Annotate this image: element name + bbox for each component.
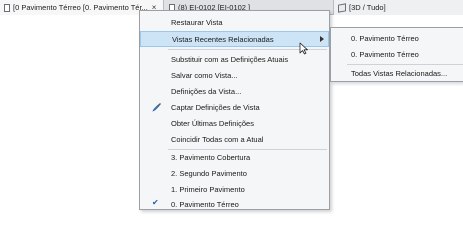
menu-item-label: Obter Últimas Definições — [171, 118, 254, 128]
menu-item-save-as-view[interactable]: Salvar como Vista... — [140, 67, 329, 83]
menu-item-match-all[interactable]: Coincidir Todas com a Atual — [140, 131, 329, 147]
menu-item-label: Captar Definições de Vista — [171, 102, 260, 112]
tab-3d[interactable]: [3D / Tudo] — [333, 0, 463, 15]
menu-item-restore-view[interactable]: Restaurar Vista — [140, 14, 329, 30]
menu-item-view-settings[interactable]: Definições da Vista... — [140, 83, 329, 99]
menu-item-label: Definições da Vista... — [171, 86, 242, 96]
context-menu: Restaurar Vista Vistas Recentes Relacion… — [139, 10, 330, 210]
submenu-item-all-related-views[interactable]: Todas Vistas Relacionadas... — [331, 66, 463, 81]
menu-item-recent-view[interactable]: 2. Segundo Pavimento — [140, 165, 329, 181]
3d-view-icon — [338, 2, 346, 13]
menu-item-recent-view-current[interactable]: ✔ 0. Pavimento Térreo — [140, 196, 329, 212]
submenu-arrow-icon — [320, 36, 324, 42]
tab-label: [0 Pavimento Térreo [0. Pavimento Tér... — [13, 3, 148, 12]
submenu-item-label: 0. Pavimento Térreo — [351, 34, 419, 43]
menu-item-label: Restaurar Vista — [171, 17, 223, 27]
menu-item-label: 0. Pavimento Térreo — [171, 199, 239, 209]
checkmark-icon: ✔ — [152, 198, 159, 207]
recent-views-submenu: 0. Pavimento Térreo 0. Pavimento Térreo … — [330, 27, 463, 82]
submenu-separator — [347, 64, 463, 65]
floor-plan-icon — [4, 3, 10, 12]
menu-item-label: Vistas Recentes Relacionadas — [172, 34, 274, 44]
menu-item-capture-view-settings[interactable]: Captar Definições de Vista — [140, 99, 329, 115]
menu-item-recent-view[interactable]: 1. Primeiro Pavimento — [140, 181, 329, 197]
menu-item-label: Coincidir Todas com a Atual — [171, 134, 264, 144]
submenu-item-view[interactable]: 0. Pavimento Térreo — [331, 31, 463, 46]
menu-item-label: 1. Primeiro Pavimento — [171, 184, 245, 194]
tab-label: [3D / Tudo] — [349, 3, 386, 12]
menu-item-recent-view[interactable]: 3. Pavimento Cobertura — [140, 149, 329, 165]
submenu-item-view[interactable]: 0. Pavimento Térreo — [331, 47, 463, 62]
menu-item-label: Salvar como Vista... — [171, 70, 238, 80]
menu-item-label: 3. Pavimento Cobertura — [171, 152, 251, 162]
menu-item-get-last-settings[interactable]: Obter Últimas Definições — [140, 115, 329, 131]
submenu-item-label: Todas Vistas Relacionadas... — [351, 69, 448, 78]
menu-item-label: 2. Segundo Pavimento — [171, 168, 247, 178]
pointer-cursor-icon — [299, 42, 308, 55]
submenu-item-label: 0. Pavimento Térreo — [351, 50, 419, 59]
menu-item-label: Substituir com as Definições Atuais — [171, 54, 289, 64]
eyedropper-icon — [152, 103, 161, 112]
